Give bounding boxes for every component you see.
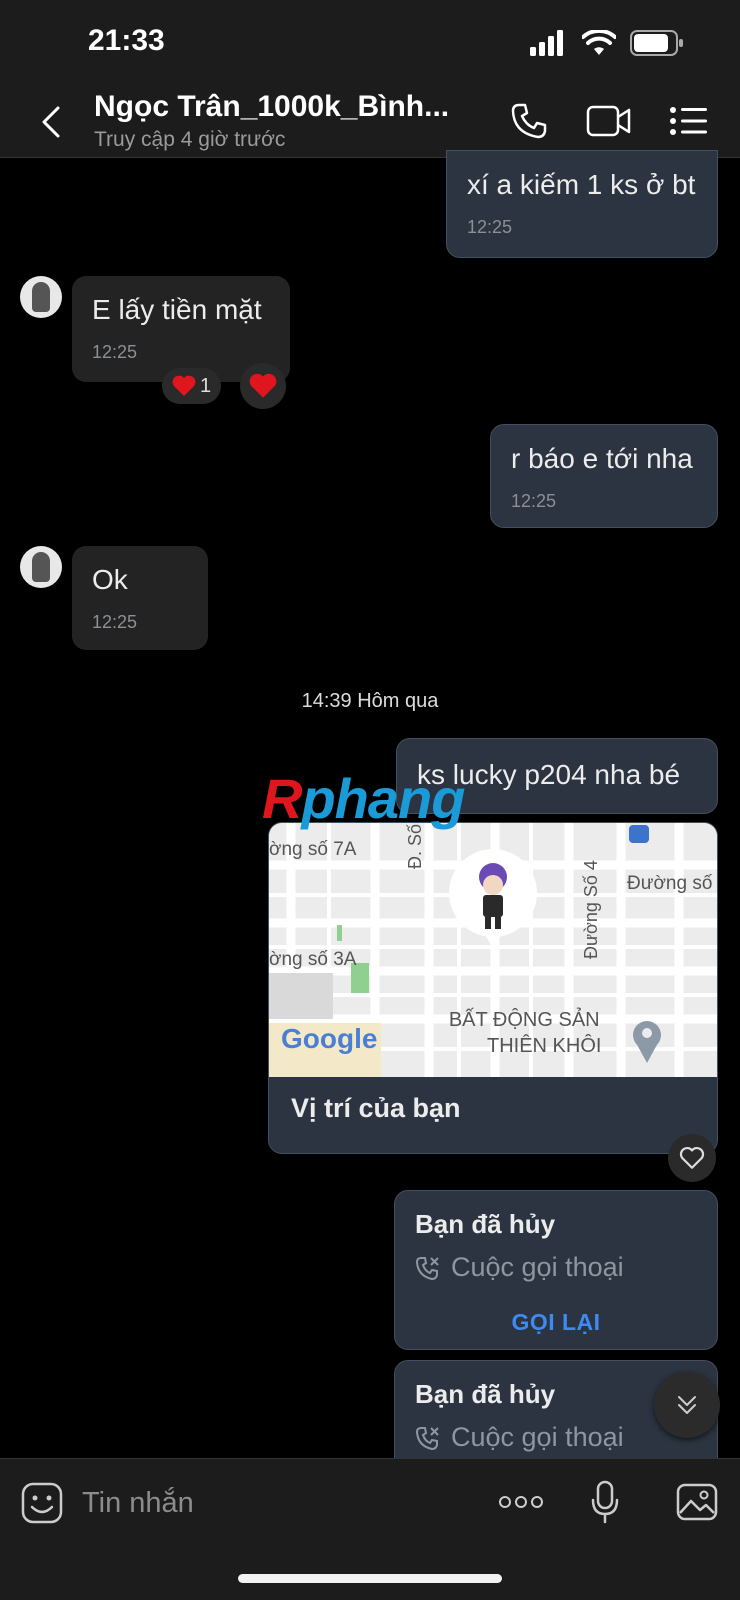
watermark-logo: Rphang (262, 766, 465, 831)
chevron-left-icon (42, 106, 60, 138)
smiley-sticker-icon (21, 1482, 63, 1524)
message-text: xí a kiếm 1 ks ở bt (467, 169, 696, 200)
video-camera-icon (586, 105, 631, 137)
double-chevron-down-icon (678, 1396, 696, 1414)
sticker-button[interactable] (20, 1481, 64, 1525)
photo-picker-button[interactable] (672, 1477, 722, 1527)
message-time: 12:25 (467, 217, 513, 237)
missed-call-icon (415, 1426, 439, 1450)
message-bubble-incoming[interactable]: Ok 12:25 (72, 546, 208, 650)
call-subtitle: Cuộc gọi thoại (451, 1422, 624, 1452)
map-preview[interactable]: ờng số 7A ờng số 3A Đ. Số 6 Đường Số 4 Đ… (269, 823, 717, 1077)
message-bubble-outgoing[interactable]: r báo e tới nha 12:25 (490, 424, 718, 528)
more-options-button[interactable] (496, 1477, 546, 1527)
map-label: ờng số 7A (269, 839, 357, 860)
call-subtitle-row: Cuộc gọi thoại (415, 1422, 697, 1453)
status-time: 21:33 (88, 24, 165, 57)
video-call-button[interactable] (584, 98, 634, 144)
location-label: Vị trí của bạn (291, 1093, 461, 1123)
microphone-icon (591, 1480, 619, 1524)
image-gallery-icon (676, 1483, 718, 1521)
menu-button[interactable] (664, 98, 714, 144)
voice-call-button[interactable] (504, 98, 554, 144)
call-title: Bạn đã hủy (415, 1209, 556, 1239)
contact-name[interactable]: Ngọc Trân_1000k_Bình... (94, 90, 449, 124)
scroll-to-bottom-button[interactable] (654, 1372, 720, 1438)
react-button[interactable] (668, 1134, 716, 1182)
cellular-signal-icon (530, 30, 563, 56)
list-menu-icon (670, 107, 707, 135)
location-card[interactable]: ờng số 7A ờng số 3A Đ. Số 6 Đường Số 4 Đ… (268, 822, 718, 1154)
message-text: Ok (92, 564, 128, 595)
call-card[interactable]: Bạn đã hủy Cuộc gọi thoại GỌI LẠI (394, 1190, 718, 1350)
back-button[interactable] (34, 102, 68, 142)
message-time: 12:25 (92, 342, 138, 362)
heart-outline-icon (679, 1146, 705, 1169)
date-separator: 14:39 Hôm qua (301, 690, 439, 712)
map-place-line: BẤT ĐỘNG SẢN (448, 1009, 600, 1031)
status-icons (530, 30, 684, 56)
reaction-summary[interactable]: 1 (162, 368, 222, 404)
map-place-line: THIÊN KHÔI (487, 1035, 602, 1057)
watermark-part: phang (301, 767, 465, 830)
message-text: E lấy tiền mặt (92, 294, 262, 325)
map-label: ờng số 3A (269, 949, 357, 970)
watermark-part: R (262, 767, 302, 830)
contact-avatar[interactable] (20, 276, 62, 318)
google-logo: Google (281, 1023, 378, 1054)
missed-call-icon (415, 1256, 439, 1280)
message-time: 12:25 (92, 612, 138, 632)
react-button[interactable] (240, 363, 286, 409)
map-place-label: BẤT ĐỘNG SẢN THIÊN KHÔI (447, 1007, 602, 1059)
message-text: r báo e tới nha (511, 443, 693, 474)
status-bar: 21:33 (0, 0, 740, 88)
heart-icon (172, 375, 196, 396)
last-seen-status: Truy cập 4 giờ trước (94, 128, 286, 151)
home-indicator (238, 1574, 502, 1583)
contact-avatar[interactable] (20, 546, 62, 588)
call-subtitle: Cuộc gọi thoại (451, 1252, 624, 1282)
map-label: Đường Số 4 (581, 860, 601, 959)
map-label: Đường số (627, 873, 713, 894)
battery-icon (630, 30, 683, 56)
heart-icon (249, 373, 277, 398)
call-subtitle-row: Cuộc gọi thoại (415, 1252, 697, 1283)
more-dots-icon (499, 1496, 543, 1508)
message-bubble-outgoing[interactable]: xí a kiếm 1 ks ở bt 12:25 (446, 150, 718, 258)
voice-record-button[interactable] (580, 1477, 630, 1527)
phone-icon (511, 103, 547, 139)
message-time: 12:25 (511, 491, 557, 511)
reaction-count: 1 (200, 374, 212, 397)
call-back-button[interactable]: GỌI LẠI (415, 1309, 697, 1336)
message-input[interactable] (82, 1481, 462, 1525)
wifi-icon (582, 30, 616, 55)
chat-header: Ngọc Trân_1000k_Bình... Truy cập 4 giờ t… (0, 88, 740, 158)
